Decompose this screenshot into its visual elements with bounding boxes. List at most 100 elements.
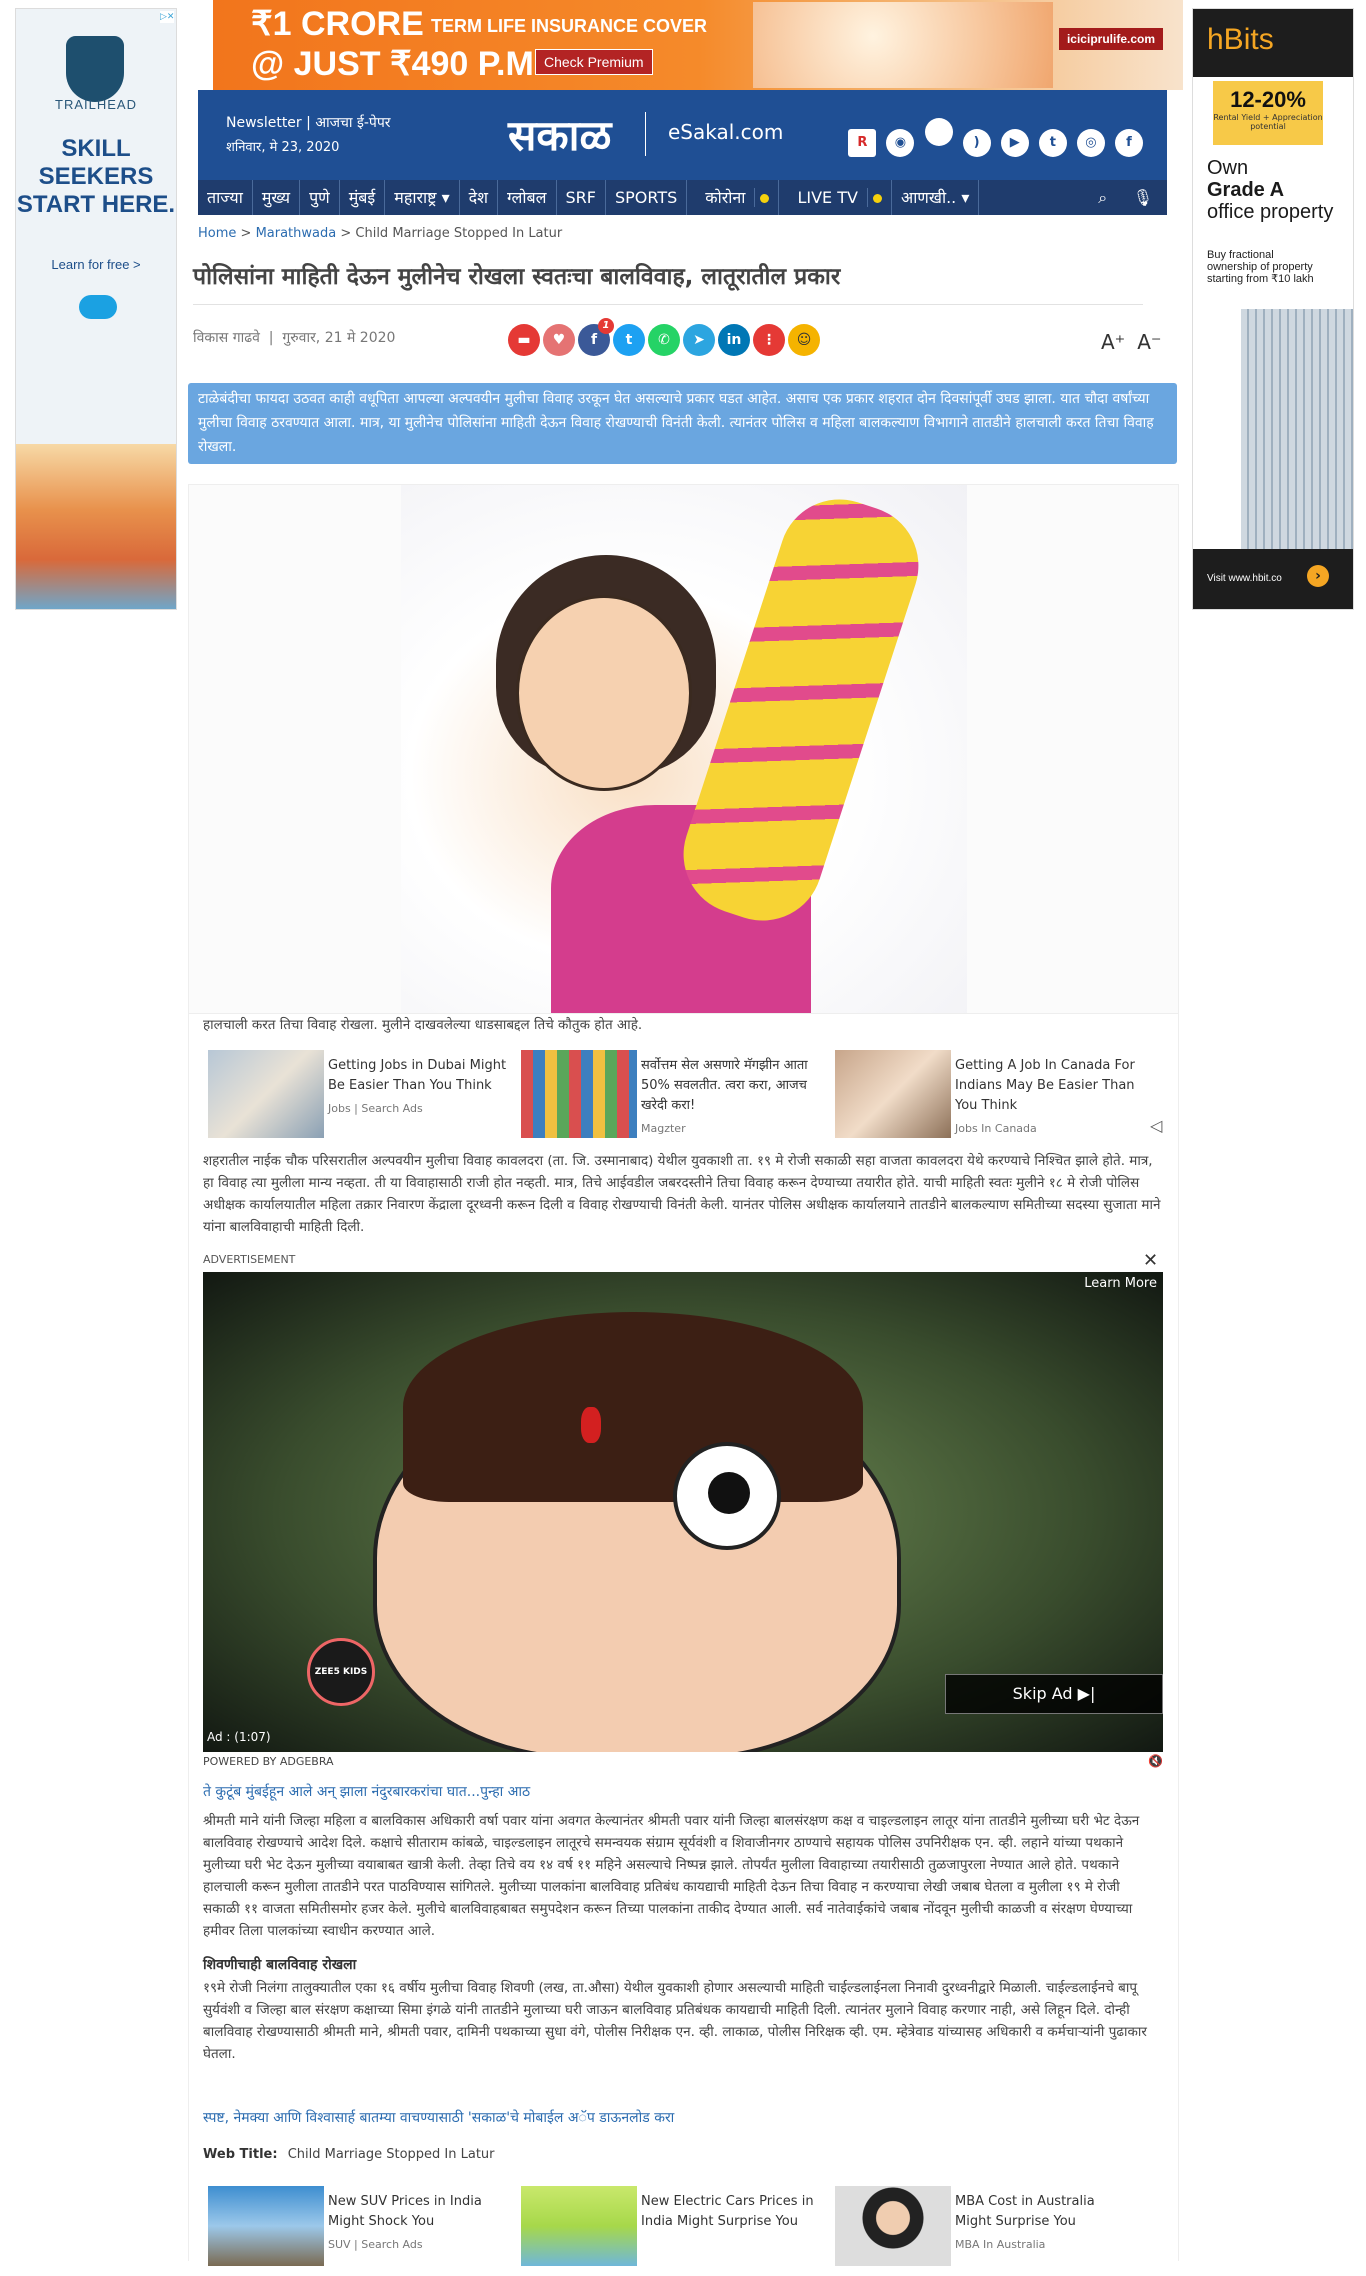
sponsored-card[interactable]: Getting A Job In Canada For Indians May … bbox=[830, 1050, 1140, 1140]
mute-icon[interactable]: 🔇 bbox=[1148, 1754, 1163, 1768]
right-ad-hbits[interactable]: hBits 12-20% Rental Yield + Appreciation… bbox=[1192, 8, 1354, 610]
adchoices-icon[interactable]: ◁ bbox=[1150, 1116, 1162, 1135]
android-icon[interactable]: ◉ bbox=[886, 129, 915, 157]
right-ad-rate-sub: Rental Yield + Appreciation potential bbox=[1213, 113, 1323, 131]
telegram-share-icon[interactable]: ➤ bbox=[683, 324, 715, 356]
whatsapp-share-icon[interactable]: ✆ bbox=[648, 324, 680, 356]
sakal-logo[interactable]: सकाळ bbox=[508, 106, 611, 163]
left-ad-illustration bbox=[16, 444, 176, 609]
emoji-icon[interactable]: ☺ bbox=[788, 324, 820, 356]
left-ad-trailhead[interactable]: ▷✕ TRAILHEAD SKILL SEEKERS START HERE. L… bbox=[15, 8, 177, 610]
top-banner-ad[interactable]: ₹1 CRORE TERM LIFE INSURANCE COVER @ JUS… bbox=[213, 0, 1183, 90]
facebook-share-icon[interactable]: f1 bbox=[578, 318, 614, 356]
apple-icon[interactable] bbox=[924, 118, 953, 146]
top-ad-cover: TERM LIFE INSURANCE COVER bbox=[431, 16, 708, 36]
font-size-controls: A⁺ A⁻ bbox=[1101, 330, 1174, 354]
right-ad-desc: Buy fractional ownership of property sta… bbox=[1207, 249, 1314, 285]
nav-item-latest[interactable]: ताज्या bbox=[198, 180, 253, 215]
search-icon[interactable]: ⌕ bbox=[1098, 188, 1107, 207]
app-download-link[interactable]: स्पष्ट, नेमक्या आणि विश्वासार्ह बातम्या … bbox=[203, 2108, 674, 2127]
left-ad-brand: TRAILHEAD bbox=[55, 97, 137, 112]
article-paragraph-3: श्रीमती माने यांनी जिल्हा महिला व बालविक… bbox=[203, 1813, 1140, 1939]
sponsored-thumb bbox=[521, 1050, 637, 1138]
nav-item-mumbai[interactable]: मुंबई bbox=[340, 180, 386, 215]
nav-item-pune[interactable]: पुणे bbox=[300, 180, 340, 215]
font-increase-icon[interactable]: A⁺ bbox=[1101, 330, 1125, 354]
sponsored-source: Jobs | Search Ads bbox=[328, 1102, 423, 1115]
nav-item-sports[interactable]: SPORTS bbox=[606, 180, 688, 215]
share-bar: ▬ ♥ f1 t ✆ ➤ in ⋮ ☺ bbox=[508, 318, 823, 356]
check-premium-button[interactable]: Check Premium bbox=[535, 49, 653, 75]
right-ad-rate: 12-20% bbox=[1230, 87, 1306, 112]
related-article-link[interactable]: ते कुटूंब मुंबईहून आले अन् झाला नंदुरबार… bbox=[203, 1782, 530, 1801]
esakal-logo[interactable]: eSakal.com bbox=[668, 120, 783, 144]
twitter-icon[interactable]: t bbox=[1038, 129, 1067, 157]
sponsored-links-top: Getting Jobs in Dubai Might Be Easier Th… bbox=[203, 1046, 1158, 1151]
breadcrumb-section[interactable]: Marathwada bbox=[256, 226, 337, 241]
child-bride-illustration bbox=[401, 483, 967, 1013]
linkedin-share-icon[interactable]: in bbox=[718, 324, 750, 356]
article-paragraph-4: १९मे रोजी निलंगा तालुक्यातील एका १६ वर्ष… bbox=[203, 1980, 1147, 2062]
sponsored-title: New SUV Prices in India Might Shock You bbox=[328, 2194, 482, 2229]
article-title: पोलिसांना माहिती देऊन मुलीनेच रोखला स्वत… bbox=[193, 264, 841, 290]
twitter-share-icon[interactable]: t bbox=[613, 324, 645, 356]
breadcrumb-home[interactable]: Home bbox=[198, 226, 236, 241]
video-cartoon-hair bbox=[403, 1312, 863, 1502]
video-cartoon-pupil bbox=[708, 1472, 750, 1514]
left-ad-cta[interactable]: Learn for free > bbox=[16, 257, 176, 272]
nav-item-desh[interactable]: देश bbox=[460, 180, 499, 215]
rss-icon[interactable]: ) bbox=[962, 129, 991, 157]
left-ad-headline: SKILL SEEKERS START HERE. bbox=[16, 135, 176, 218]
trailhead-logo-icon bbox=[66, 36, 124, 102]
title-divider bbox=[193, 304, 1143, 305]
header-date: शनिवार, मे 23, 2020 bbox=[226, 140, 340, 155]
sponsored-card[interactable]: सर्वोत्तम सेल असणारे मॅगझीन आता 50% सवलत… bbox=[516, 1050, 826, 1140]
newsletter-link[interactable]: Newsletter bbox=[226, 115, 302, 131]
sponsored-card[interactable]: Getting Jobs in Dubai Might Be Easier Th… bbox=[203, 1050, 513, 1140]
live-dot-icon bbox=[872, 194, 882, 203]
nav-item-livetv[interactable]: LIVE TV bbox=[779, 180, 892, 215]
main-nav: ताज्या मुख्य पुणे मुंबई महाराष्ट्र ▾ देश… bbox=[198, 180, 1167, 215]
heart-icon[interactable]: ♥ bbox=[543, 324, 575, 356]
sponsored-card[interactable]: New SUV Prices in India Might Shock You … bbox=[203, 2186, 513, 2276]
nav-item-maharashtra[interactable]: महाराष्ट्र ▾ bbox=[385, 180, 460, 215]
sponsored-source: Magzter bbox=[641, 1122, 686, 1135]
youtube-icon[interactable]: ▶ bbox=[1000, 129, 1029, 157]
instagram-icon[interactable]: ◎ bbox=[1076, 129, 1105, 157]
right-ad-headline: Own Grade A office property bbox=[1207, 157, 1334, 223]
adchoices-icon[interactable]: ▷✕ bbox=[160, 11, 174, 23]
sponsored-card[interactable]: New Electric Cars Prices in India Might … bbox=[516, 2186, 826, 2276]
close-ad-icon[interactable]: ✕ bbox=[1143, 1250, 1158, 1271]
r-logo-icon[interactable]: R bbox=[848, 129, 877, 157]
nav-item-corona[interactable]: कोरोना bbox=[687, 180, 780, 215]
live-dot-icon bbox=[760, 194, 770, 203]
hbits-logo: hBits bbox=[1193, 9, 1353, 77]
sponsored-thumb bbox=[835, 2186, 951, 2266]
nav-item-main[interactable]: मुख्य bbox=[253, 180, 301, 215]
video-ad-player[interactable]: Learn More ZEE5 KIDS Skip Ad ▶| Ad : (1:… bbox=[203, 1272, 1163, 1752]
author-name[interactable]: विकास गाढवे bbox=[193, 330, 260, 346]
site-header: Newsletter | आजचा ई-पेपर शनिवार, मे 23, … bbox=[198, 90, 1167, 180]
article-paragraph-2: शहरातील नाईक चौक परिसरातील अल्पवयीन मुली… bbox=[203, 1153, 1161, 1235]
video-cartoon-tilak bbox=[581, 1407, 601, 1443]
powered-by-label: POWERED BY ADGEBRA bbox=[203, 1755, 334, 1768]
sponsored-thumb bbox=[208, 1050, 324, 1138]
nav-item-more[interactable]: आणखी.. ▾ bbox=[892, 180, 980, 215]
web-title-value: Child Marriage Stopped In Latur bbox=[287, 2147, 495, 2162]
facebook-icon[interactable]: f bbox=[1115, 129, 1143, 157]
epaper-link[interactable]: आजचा ई-पेपर bbox=[315, 115, 390, 131]
comment-icon[interactable]: ▬ bbox=[508, 324, 540, 356]
more-share-icon[interactable]: ⋮ bbox=[753, 324, 785, 356]
skip-ad-button[interactable]: Skip Ad ▶| bbox=[945, 1674, 1163, 1714]
nav-item-global[interactable]: ग्लोबल bbox=[498, 180, 557, 215]
sponsored-card[interactable]: MBA Cost in Australia Might Surprise You… bbox=[830, 2186, 1140, 2276]
nav-item-srf[interactable]: SRF bbox=[557, 180, 606, 215]
learn-more-button[interactable]: Learn More bbox=[1084, 1276, 1157, 1291]
share-count-badge: 1 bbox=[598, 318, 614, 334]
mic-icon[interactable]: 🎙 bbox=[1133, 188, 1153, 207]
article-paragraph-1: हालचाली करत तिचा विवाह रोखला. मुलीने दाख… bbox=[203, 1017, 643, 1033]
font-decrease-icon[interactable]: A⁻ bbox=[1137, 330, 1161, 354]
illustration-face bbox=[516, 595, 692, 791]
right-ad-cta[interactable]: Visit www.hbit.co › bbox=[1193, 549, 1353, 609]
web-title-label: Web Title: bbox=[203, 2147, 278, 2162]
